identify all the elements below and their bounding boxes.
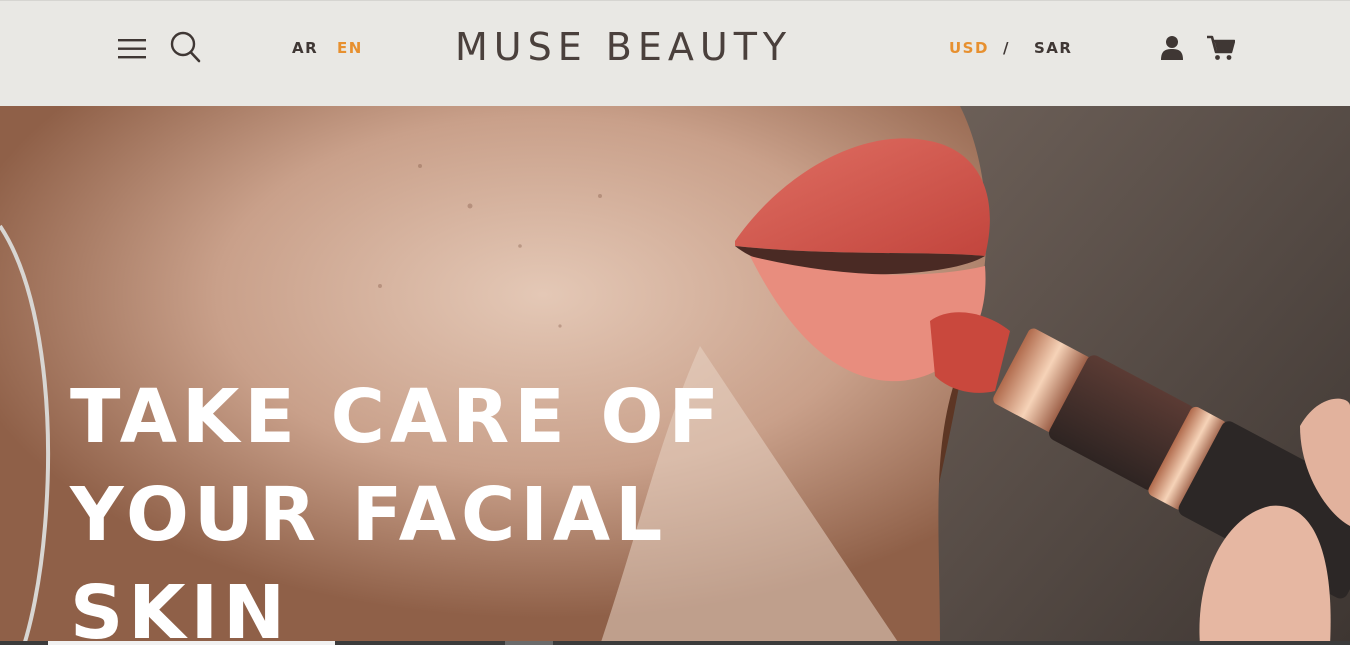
slider-indicator-active[interactable] xyxy=(48,641,335,645)
menu-icon[interactable] xyxy=(117,37,147,61)
language-ar-link[interactable]: AR xyxy=(292,39,318,57)
currency-separator: / xyxy=(1003,39,1010,57)
currency-usd-link[interactable]: USD xyxy=(949,39,989,57)
hero-banner: TAKE CARE OF YOUR FACIAL SKIN xyxy=(0,106,1350,645)
hero-title-line: SKIN xyxy=(70,570,291,645)
user-icon[interactable] xyxy=(1160,35,1184,61)
site-header: AR EN MUSE BEAUTY USD / SAR xyxy=(0,0,1350,106)
hero-title: TAKE CARE OF YOUR FACIAL SKIN xyxy=(70,368,770,645)
search-icon[interactable] xyxy=(170,31,201,63)
site-logo[interactable]: MUSE BEAUTY xyxy=(455,23,857,71)
hero-title-line: TAKE CARE OF xyxy=(70,374,724,460)
slider-indicator[interactable] xyxy=(505,641,553,645)
language-en-link[interactable]: EN xyxy=(337,39,363,57)
currency-sar-link[interactable]: SAR xyxy=(1034,39,1072,57)
cart-icon[interactable] xyxy=(1207,35,1236,61)
hero-title-line: YOUR FACIAL xyxy=(70,472,668,558)
